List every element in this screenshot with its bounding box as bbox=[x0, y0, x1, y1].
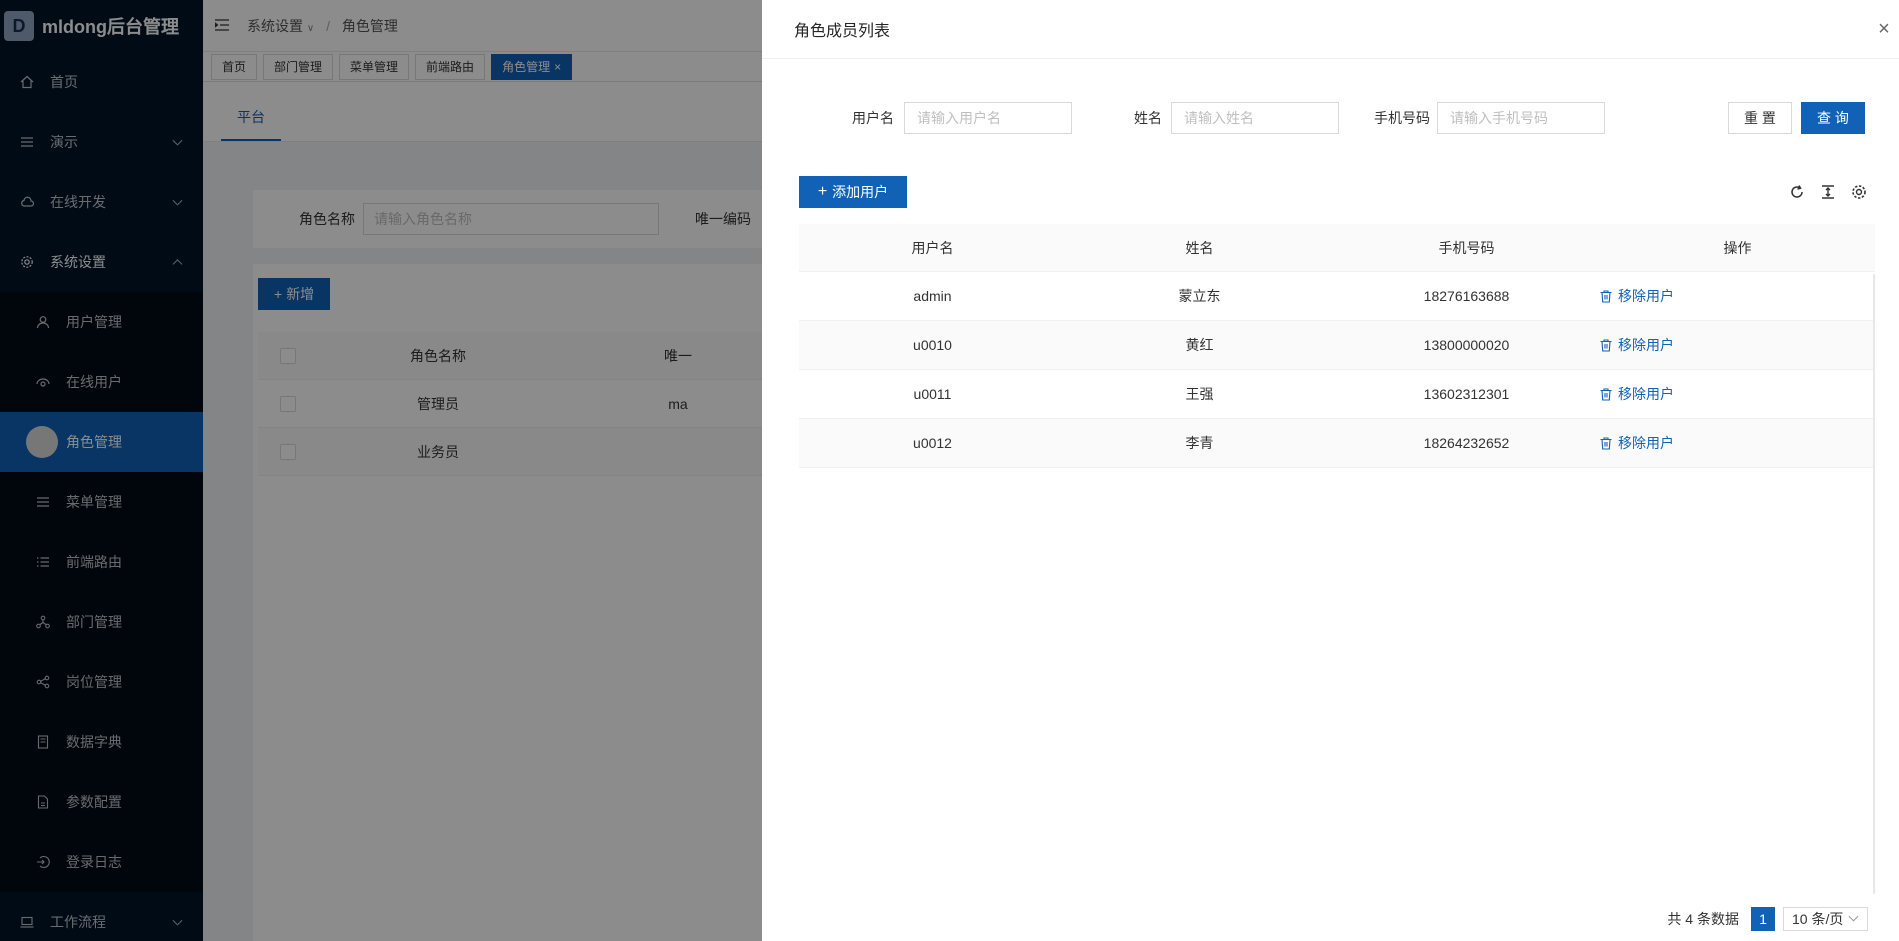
settings-icon[interactable] bbox=[1848, 181, 1869, 202]
cell-actions: 移除用户 bbox=[1600, 335, 1875, 355]
table-row: u0011 王强 13602312301 移除用户 bbox=[799, 370, 1875, 419]
remove-user-label: 移除用户 bbox=[1618, 386, 1674, 402]
cell-name: 王强 bbox=[1185, 386, 1214, 402]
role-members-drawer: 角色成员列表 × 用户名 请输入用户名 姓名 请输入姓名 手机号码 请输入手机号… bbox=[762, 0, 1899, 941]
column-height-icon[interactable] bbox=[1817, 181, 1838, 202]
name-input[interactable]: 请输入姓名 bbox=[1171, 102, 1339, 134]
close-icon[interactable]: × bbox=[1875, 19, 1893, 39]
remove-user-label: 移除用户 bbox=[1618, 337, 1674, 353]
remove-user-label: 移除用户 bbox=[1618, 435, 1674, 451]
cell-username: admin bbox=[913, 288, 952, 304]
cell-name: 黄红 bbox=[1185, 337, 1214, 353]
chevron-down-icon bbox=[1848, 911, 1859, 922]
column-header-actions: 操作 bbox=[1723, 239, 1752, 256]
delete-icon bbox=[1600, 387, 1612, 401]
cell-username: u0011 bbox=[913, 386, 952, 402]
cell-actions: 移除用户 bbox=[1600, 286, 1875, 306]
table-toolbar bbox=[1786, 181, 1869, 202]
column-header-phone: 手机号码 bbox=[1438, 239, 1495, 256]
name-label: 姓名 bbox=[1134, 110, 1162, 126]
drawer-title: 角色成员列表 bbox=[794, 23, 891, 40]
members-table-header: 用户名 姓名 手机号码 操作 bbox=[799, 224, 1875, 272]
member-filter-form: 用户名 请输入用户名 姓名 请输入姓名 手机号码 请输入手机号码 重 置 查 询 bbox=[762, 102, 1899, 134]
delete-icon bbox=[1600, 289, 1612, 303]
column-header-username: 用户名 bbox=[911, 239, 954, 256]
username-label: 用户名 bbox=[852, 110, 894, 126]
cell-name: 蒙立东 bbox=[1178, 288, 1221, 304]
cell-actions: 移除用户 bbox=[1600, 433, 1875, 453]
table-row: u0012 李青 18264232652 移除用户 bbox=[799, 419, 1875, 468]
pagination: 共 4 条数据 1 10 条/页 bbox=[1667, 907, 1868, 931]
table-row: admin 蒙立东 18276163688 移除用户 bbox=[799, 272, 1875, 321]
add-user-label: 添加用户 bbox=[832, 184, 889, 200]
remove-user-label: 移除用户 bbox=[1618, 288, 1674, 304]
username-input[interactable]: 请输入用户名 bbox=[904, 102, 1072, 134]
page-size-select[interactable]: 10 条/页 bbox=[1783, 907, 1868, 931]
reset-button[interactable]: 重 置 bbox=[1728, 102, 1792, 134]
table-row: u0010 黄红 13800000020 移除用户 bbox=[799, 321, 1875, 370]
phone-label: 手机号码 bbox=[1374, 110, 1430, 126]
remove-user-link[interactable]: 移除用户 bbox=[1600, 384, 1674, 404]
cell-actions: 移除用户 bbox=[1600, 384, 1875, 404]
members-table: 用户名 姓名 手机号码 操作 admin 蒙立东 18276163688 移除用… bbox=[799, 224, 1875, 468]
total-count: 共 4 条数据 bbox=[1667, 911, 1739, 927]
delete-icon bbox=[1600, 338, 1612, 352]
remove-user-link[interactable]: 移除用户 bbox=[1600, 286, 1674, 306]
drawer-header: 角色成员列表 × bbox=[762, 0, 1899, 59]
add-user-button[interactable]: + 添加用户 bbox=[799, 176, 907, 208]
table-scrollbar[interactable] bbox=[1873, 274, 1875, 894]
cell-username: u0010 bbox=[913, 337, 952, 353]
delete-icon bbox=[1600, 436, 1612, 450]
column-header-name: 姓名 bbox=[1185, 239, 1214, 256]
page-number-current[interactable]: 1 bbox=[1751, 907, 1775, 931]
phone-input[interactable]: 请输入手机号码 bbox=[1437, 102, 1605, 134]
remove-user-link[interactable]: 移除用户 bbox=[1600, 433, 1674, 453]
page-size-value: 10 条/页 bbox=[1792, 911, 1844, 927]
query-button[interactable]: 查 询 bbox=[1801, 102, 1865, 134]
cell-phone: 18276163688 bbox=[1423, 288, 1510, 304]
cell-phone: 18264232652 bbox=[1423, 435, 1510, 451]
remove-user-link[interactable]: 移除用户 bbox=[1600, 335, 1674, 355]
cell-username: u0012 bbox=[913, 435, 952, 451]
cell-name: 李青 bbox=[1185, 435, 1214, 451]
cell-phone: 13602312301 bbox=[1423, 386, 1510, 402]
cell-phone: 13800000020 bbox=[1423, 337, 1510, 353]
plus-icon: + bbox=[817, 183, 828, 200]
reload-icon[interactable] bbox=[1786, 181, 1807, 202]
